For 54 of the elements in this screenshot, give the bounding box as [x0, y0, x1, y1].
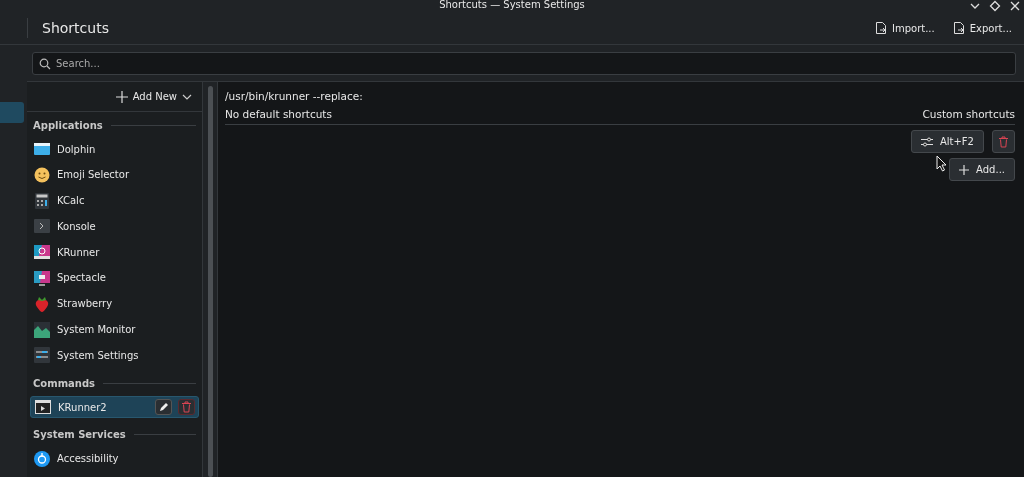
delete-button[interactable] — [992, 130, 1015, 153]
screen-capture-icon — [33, 269, 51, 287]
search-icon — [39, 58, 51, 70]
list-item[interactable]: Emoji Selector — [30, 163, 199, 186]
strawberry-icon — [33, 294, 51, 313]
list-item[interactable]: Strawberry — [30, 292, 199, 315]
terminal-icon — [33, 217, 51, 236]
document-icon — [875, 21, 888, 35]
accessibility-icon — [33, 449, 51, 468]
edit-button[interactable] — [155, 399, 172, 416]
plus-icon — [115, 90, 128, 103]
trash-icon — [998, 135, 1009, 148]
window-title: Shortcuts — System Settings — [439, 0, 585, 11]
window-icon — [34, 398, 52, 417]
list-item[interactable]: KCalc — [30, 189, 199, 212]
list-item[interactable]: System Monitor — [30, 318, 199, 341]
import-button[interactable]: Import... — [873, 19, 937, 37]
search-window-icon — [33, 243, 51, 262]
default-shortcuts-text: No default shortcuts — [225, 107, 332, 122]
list-item[interactable]: KRunner2 — [30, 396, 199, 419]
section-heading: System Services — [33, 429, 126, 441]
close-icon — [1009, 0, 1021, 12]
smiley-icon — [33, 165, 51, 184]
shortcut-button[interactable]: Alt+F2 — [910, 130, 984, 153]
command-path: /usr/bin/krunner --replace: — [225, 89, 364, 104]
trash-icon — [181, 401, 192, 414]
mouse-pointer-icon — [936, 155, 947, 172]
calculator-icon — [33, 191, 51, 210]
pencil-icon — [158, 401, 169, 413]
maximize-button[interactable] — [988, 0, 1002, 12]
custom-shortcuts-heading: Custom shortcuts — [922, 107, 1015, 122]
chart-icon — [33, 320, 51, 339]
add-new-button[interactable]: Add New — [113, 88, 194, 105]
folder-icon — [33, 140, 51, 158]
maximize-icon — [989, 0, 1001, 12]
list-item[interactable]: Dolphin — [30, 138, 199, 160]
list-item[interactable]: System Settings — [30, 344, 199, 367]
section-heading: Commands — [33, 377, 96, 389]
add-button[interactable]: Add... — [949, 158, 1015, 181]
page-title: Shortcuts — [42, 20, 110, 36]
document-icon — [952, 21, 966, 35]
search-field[interactable]: Search... — [32, 52, 1016, 75]
list-item[interactable]: KRunner — [30, 241, 199, 264]
close-button[interactable] — [1008, 0, 1022, 12]
list-item[interactable]: Spectacle — [30, 267, 199, 289]
sliders-icon — [920, 136, 933, 147]
export-button[interactable]: Export... — [950, 19, 1014, 37]
settings-icon — [33, 346, 51, 365]
section-heading: Applications — [33, 119, 103, 131]
list-item[interactable]: Accessibility — [30, 447, 199, 470]
delete-button[interactable] — [178, 399, 195, 416]
list-item[interactable]: Konsole — [30, 215, 199, 238]
plus-icon — [959, 164, 970, 175]
scrollbar-thumb[interactable] — [207, 86, 213, 477]
